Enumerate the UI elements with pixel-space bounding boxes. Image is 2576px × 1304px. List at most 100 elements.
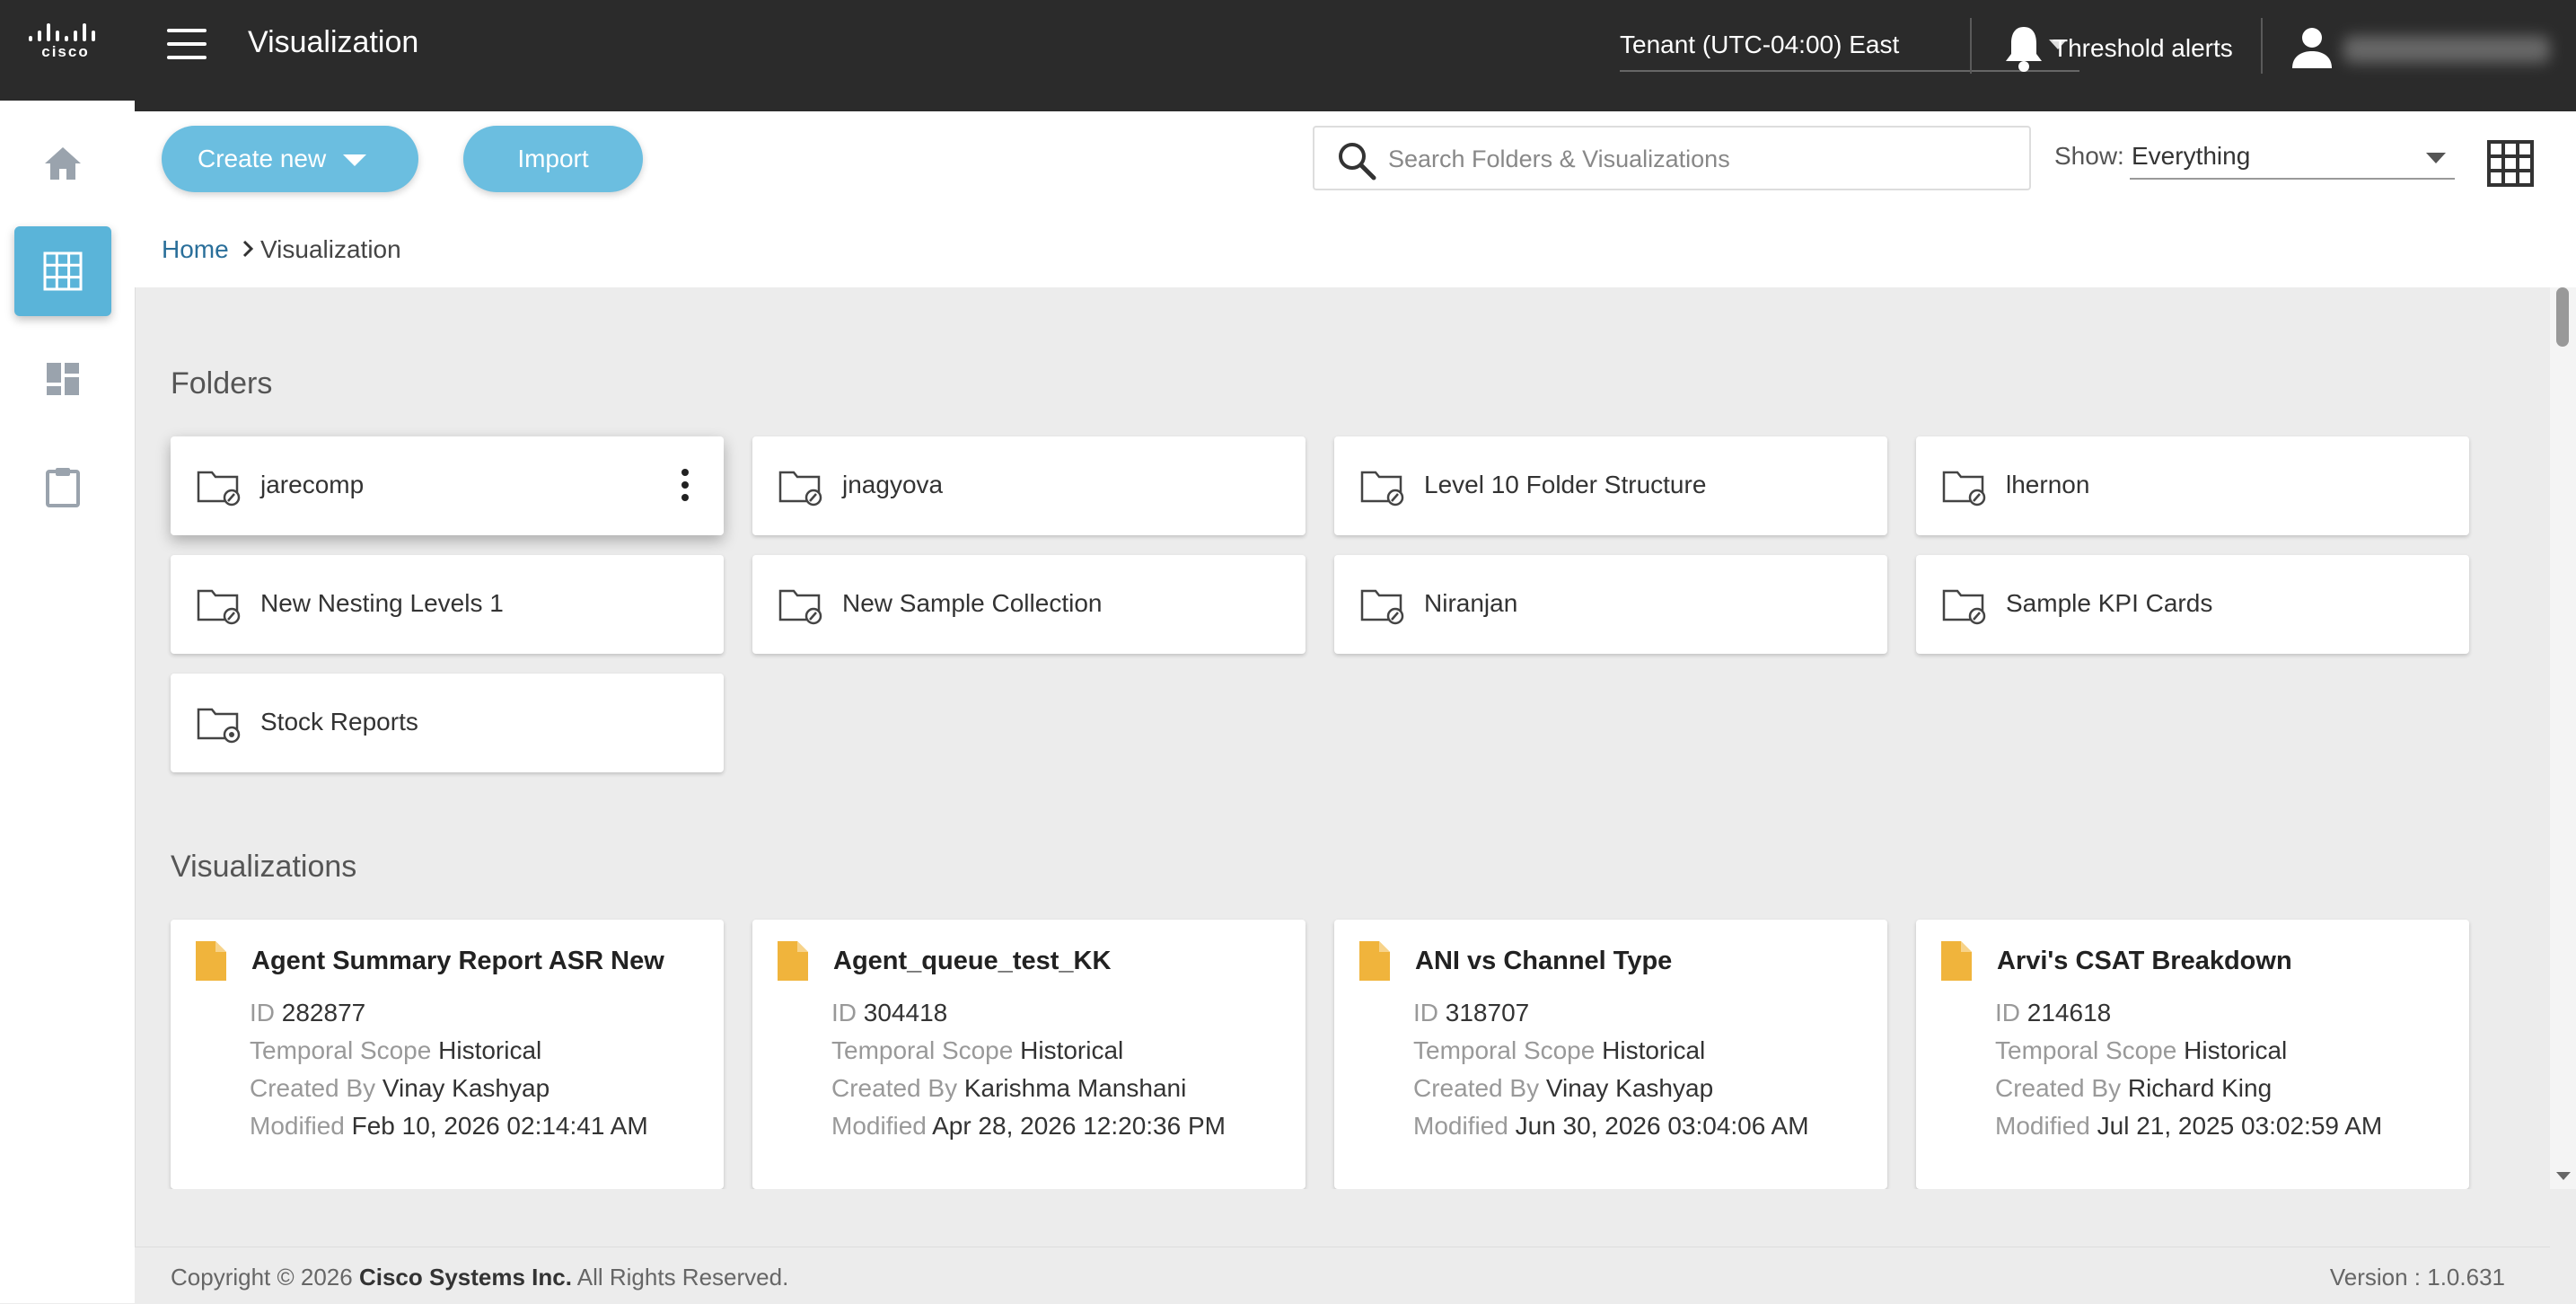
scroll-down-icon[interactable] [2556, 1172, 2571, 1180]
tenant-label: Tenant (UTC-04:00) East [1620, 31, 1900, 58]
chevron-right-icon [242, 240, 254, 258]
home-icon [45, 147, 81, 180]
visualization-id: ID 282877 [250, 999, 366, 1026]
show-filter-value: Everything [2132, 142, 2251, 170]
folder-card[interactable]: Level 10 Folder Structure [1334, 436, 1887, 535]
visualization-modified: Modified Jun 30, 2026 03:04:06 AM [1413, 1112, 1809, 1140]
shared-folder-icon [1360, 589, 1404, 625]
visualization-card[interactable]: Agent_queue_test_KK ID 304418 Temporal S… [752, 920, 1306, 1189]
create-new-label: Create new [198, 145, 327, 172]
folders-heading: Folders [171, 366, 273, 401]
footer: Copyright © 2026 Cisco Systems Inc. All … [135, 1247, 2550, 1304]
create-new-button[interactable]: Create new [162, 126, 418, 192]
divider [1970, 18, 1972, 74]
chevron-down-icon [343, 154, 366, 166]
top-bar: Visualization Tenant (UTC-04:00) East Th… [135, 0, 2576, 111]
folder-card[interactable]: Sample KPI Cards [1916, 555, 2469, 654]
folder-card[interactable]: New Nesting Levels 1 [171, 555, 724, 654]
visualization-scope: Temporal Scope Historical [831, 1036, 1124, 1064]
viewable-folder-icon [197, 708, 241, 744]
copyright-text: Copyright © 2026 Cisco Systems Inc. All … [171, 1264, 789, 1291]
cisco-logo[interactable]: cisco [0, 0, 135, 101]
shared-folder-icon [1942, 589, 1986, 625]
grid-icon [43, 251, 83, 291]
user-name-redacted [2343, 36, 2550, 63]
cisco-logo-text: cisco [41, 43, 90, 60]
visualization-modified: Modified Feb 10, 2026 02:14:41 AM [250, 1112, 648, 1140]
search-box [1313, 126, 2031, 190]
shared-folder-icon [1942, 471, 1986, 507]
breadcrumb-home-link[interactable]: Home [162, 235, 229, 264]
divider [2261, 18, 2263, 74]
document-icon [1359, 941, 1390, 981]
shared-folder-icon [197, 589, 241, 625]
search-input[interactable] [1386, 138, 2000, 180]
grid-view-icon[interactable] [2485, 138, 2536, 189]
user-icon [2292, 28, 2332, 68]
home-nav-button[interactable] [14, 119, 111, 208]
folder-card[interactable]: Niranjan [1334, 555, 1887, 654]
folder-card[interactable]: Stock Reports [171, 674, 724, 772]
reports-nav-button[interactable] [14, 442, 111, 532]
folder-name: jarecomp [260, 471, 365, 498]
clipboard-icon [46, 468, 80, 507]
shared-folder-icon [778, 471, 822, 507]
import-label: Import [517, 145, 589, 172]
shared-folder-icon [1360, 471, 1404, 507]
document-icon [196, 941, 226, 981]
visualizations-heading: Visualizations [171, 850, 357, 884]
menu-icon[interactable] [167, 29, 207, 59]
visualization-nav-button[interactable] [14, 226, 111, 316]
scrollbar-thumb[interactable] [2556, 287, 2569, 347]
visualization-modified: Modified Apr 28, 2026 12:20:36 PM [831, 1112, 1226, 1140]
folder-card[interactable]: jarecomp [171, 436, 724, 535]
page-title: Visualization [248, 25, 419, 59]
version-text: Version : 1.0.631 [2329, 1264, 2505, 1291]
folder-name: New Nesting Levels 1 [260, 589, 504, 617]
folder-name: Stock Reports [260, 708, 418, 736]
visualization-name: Agent Summary Report ASR New [251, 947, 664, 975]
document-icon [778, 941, 808, 981]
visualization-created-by: Created By Vinay Kashyap [1413, 1074, 1714, 1102]
visualization-id: ID 318707 [1413, 999, 1530, 1026]
dashboard-nav-button[interactable] [14, 334, 111, 424]
folder-card[interactable]: jnagyova [752, 436, 1306, 535]
user-menu[interactable] [2290, 22, 2559, 75]
threshold-alerts-label: Threshold alerts [2053, 34, 2233, 62]
search-icon [1339, 143, 1376, 181]
visualization-id: ID 304418 [831, 999, 948, 1026]
visualization-created-by: Created By Richard King [1995, 1074, 2273, 1102]
visualizations-list: Agent Summary Report ASR New ID 282877 T… [135, 898, 2550, 1189]
visualization-card[interactable]: Arvi's CSAT Breakdown ID 214618 Temporal… [1916, 920, 2469, 1189]
folder-card[interactable]: New Sample Collection [752, 555, 1306, 654]
folder-name: Niranjan [1424, 589, 1518, 617]
visualization-scope: Temporal Scope Historical [1995, 1036, 2288, 1064]
threshold-alerts-button[interactable]: Threshold alerts [2002, 22, 2233, 75]
toolbar: Create new Import Show: Everything [135, 111, 2576, 216]
visualization-name: Arvi's CSAT Breakdown [1997, 947, 2292, 975]
visualization-name: Agent_queue_test_KK [833, 947, 1112, 975]
show-filter-select[interactable]: Everything [2130, 135, 2455, 180]
folder-name: lhernon [2006, 471, 2090, 498]
visualization-created-by: Created By Vinay Kashyap [250, 1074, 550, 1102]
visualization-scope: Temporal Scope Historical [250, 1036, 542, 1064]
shared-folder-icon [778, 589, 822, 625]
visualization-modified: Modified Jul 21, 2025 03:02:59 AM [1995, 1112, 2383, 1140]
folder-name: Level 10 Folder Structure [1424, 471, 1707, 498]
chevron-down-icon [2426, 153, 2446, 163]
folder-name: Sample KPI Cards [2006, 589, 2213, 617]
cisco-logo-bars [29, 23, 99, 41]
shared-folder-icon [197, 471, 241, 507]
visualization-card[interactable]: ANI vs Channel Type ID 318707 Temporal S… [1334, 920, 1887, 1189]
scrollbar[interactable] [2550, 287, 2576, 1189]
folder-name: New Sample Collection [842, 589, 1103, 617]
more-options-icon[interactable] [681, 469, 690, 505]
import-button[interactable]: Import [463, 126, 643, 192]
breadcrumb-current: Visualization [260, 235, 401, 263]
left-rail: cisco [0, 0, 136, 1303]
visualization-name: ANI vs Channel Type [1415, 947, 1673, 975]
folder-card[interactable]: lhernon [1916, 436, 2469, 535]
visualization-card[interactable]: Agent Summary Report ASR New ID 282877 T… [171, 920, 724, 1189]
folder-name: jnagyova [842, 471, 944, 498]
dashboard-icon [47, 363, 79, 395]
